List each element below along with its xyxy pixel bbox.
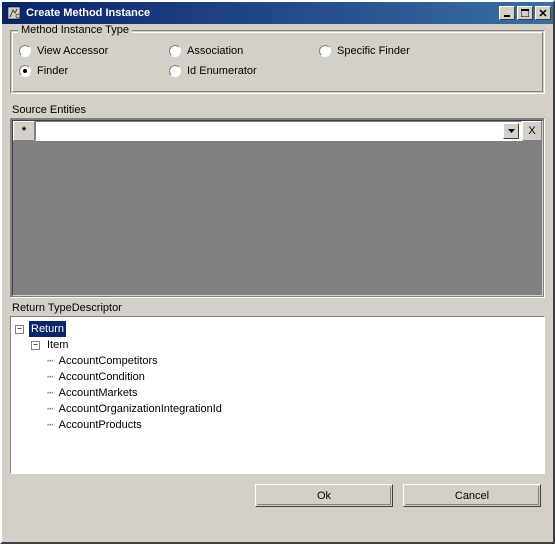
dialog-window: Create Method Instance Method Instance T… (0, 0, 555, 544)
radio-specific-finder[interactable]: Specific Finder (319, 45, 469, 57)
ok-button[interactable]: Ok (255, 484, 393, 507)
tree-node-item[interactable]: − Item (15, 337, 540, 353)
tree-leaf[interactable]: ⋯ AccountCondition (15, 369, 540, 385)
tree-line-icon: ⋯ (47, 385, 53, 401)
tree-line-icon: ⋯ (47, 401, 53, 417)
radio-label: View Accessor (37, 45, 108, 57)
tree-line-icon: ⋯ (47, 417, 53, 433)
grid-header-row: * X (13, 121, 542, 141)
group-legend: Method Instance Type (18, 24, 132, 36)
tree-label[interactable]: Item (45, 337, 70, 353)
dialog-content: Method Instance Type View Accessor Assoc… (2, 24, 553, 542)
return-type-tree[interactable]: − Return − Item ⋯ AccountCompetitors ⋯ A… (10, 316, 545, 474)
radio-finder[interactable]: Finder (19, 65, 169, 77)
radio-label: Finder (37, 65, 68, 77)
dropdown-button[interactable] (503, 123, 519, 139)
close-button[interactable] (535, 6, 551, 20)
collapse-icon[interactable]: − (31, 341, 40, 350)
tree-label[interactable]: AccountProducts (57, 417, 144, 433)
button-label: Cancel (455, 490, 489, 502)
tree-leaf[interactable]: ⋯ AccountMarkets (15, 385, 540, 401)
tree-label[interactable]: Return (29, 321, 66, 337)
radio-view-accessor[interactable]: View Accessor (19, 45, 169, 57)
source-entities-label: Source Entities (12, 104, 545, 116)
new-row-indicator: * (13, 121, 35, 141)
tree-label[interactable]: AccountOrganizationIntegrationId (57, 401, 224, 417)
tree-line-icon: ⋯ (47, 353, 53, 369)
tree-leaf[interactable]: ⋯ AccountOrganizationIntegrationId (15, 401, 540, 417)
entity-dropdown-cell[interactable] (35, 121, 522, 141)
radio-icon (169, 45, 181, 57)
delete-row-button[interactable]: X (522, 121, 542, 141)
tree-line-icon: ⋯ (47, 369, 53, 385)
radio-label: Id Enumerator (187, 65, 257, 77)
source-entities-panel: * X (10, 118, 545, 298)
window-controls (499, 6, 551, 20)
radio-icon (169, 65, 181, 77)
tree-label[interactable]: AccountCondition (57, 369, 147, 385)
radio-id-enumerator[interactable]: Id Enumerator (169, 65, 319, 77)
x-icon: X (528, 125, 535, 137)
radio-icon (319, 45, 331, 57)
app-icon (6, 5, 22, 21)
tree-leaf[interactable]: ⋯ AccountCompetitors (15, 353, 540, 369)
titlebar: Create Method Instance (2, 2, 553, 24)
collapse-icon[interactable]: − (15, 325, 24, 334)
radio-label: Association (187, 45, 243, 57)
window-title: Create Method Instance (26, 7, 499, 19)
minimize-button[interactable] (499, 6, 515, 20)
return-type-label: Return TypeDescriptor (12, 302, 545, 314)
maximize-button[interactable] (517, 6, 533, 20)
method-instance-type-group: Method Instance Type View Accessor Assoc… (10, 30, 545, 94)
tree-label[interactable]: AccountCompetitors (57, 353, 160, 369)
radio-icon (19, 45, 31, 57)
tree-node-return[interactable]: − Return (15, 321, 540, 337)
button-label: Ok (317, 490, 331, 502)
tree-leaf[interactable]: ⋯ AccountProducts (15, 417, 540, 433)
button-bar: Ok Cancel (10, 474, 545, 511)
radio-label: Specific Finder (337, 45, 410, 57)
radio-icon (19, 65, 31, 77)
radio-association[interactable]: Association (169, 45, 319, 57)
cancel-button[interactable]: Cancel (403, 484, 541, 507)
tree-label[interactable]: AccountMarkets (57, 385, 140, 401)
